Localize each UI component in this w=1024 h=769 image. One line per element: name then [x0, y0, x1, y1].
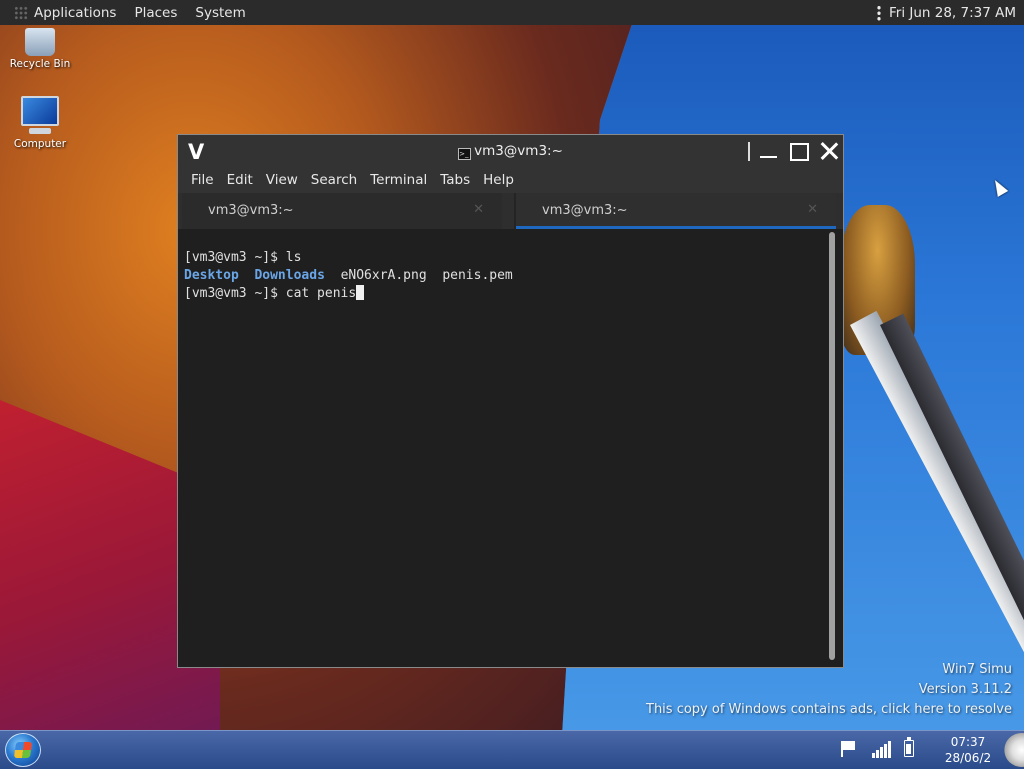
battery-icon[interactable]	[904, 737, 914, 757]
desktop-icon-computer[interactable]: Computer	[5, 96, 75, 150]
taskbar: 07:37 28/06/2	[0, 730, 1024, 769]
apps-grid-icon[interactable]	[14, 5, 28, 20]
system-menu[interactable]: System	[195, 5, 245, 21]
tab-2-active[interactable]: vm3@vm3:~ ✕	[516, 193, 836, 229]
terminal-icon: >_	[458, 148, 472, 160]
watermark-message[interactable]: This copy of Windows contains ads, click…	[646, 700, 1012, 720]
menu-terminal[interactable]: Terminal	[370, 172, 427, 188]
tab-1[interactable]: vm3@vm3:~ ✕	[182, 193, 502, 229]
menu-file[interactable]: File	[191, 172, 214, 188]
minimize-button[interactable]	[758, 140, 780, 162]
close-tab-icon[interactable]: ✕	[473, 202, 484, 217]
maximize-button[interactable]	[788, 140, 810, 162]
menu-search[interactable]: Search	[311, 172, 357, 188]
activation-watermark[interactable]: Win7 Simu Version 3.11.2 This copy of Wi…	[646, 660, 1012, 720]
places-menu[interactable]: Places	[134, 5, 177, 21]
menu-view[interactable]: View	[266, 172, 298, 188]
text-cursor	[356, 285, 365, 300]
file-entry: eNO6xrA.png	[340, 268, 427, 283]
tray-time: 07:37	[950, 735, 986, 749]
desktop-icon-label: Recycle Bin	[9, 58, 71, 70]
panel-menu-icon[interactable]	[876, 4, 881, 21]
panel-clock[interactable]: Fri Jun 28, 7:37 AM	[889, 5, 1016, 21]
start-button[interactable]	[5, 733, 41, 767]
titlebar-separator	[748, 142, 750, 161]
tab-label: vm3@vm3:~	[208, 203, 294, 218]
network-signal-icon[interactable]	[872, 740, 892, 758]
terminal-scrollbar[interactable]	[829, 232, 835, 660]
tab-label: vm3@vm3:~	[542, 203, 628, 218]
window-title: >_ vm3@vm3:~	[458, 143, 563, 160]
tab-bar: vm3@vm3:~ ✕ vm3@vm3:~ ✕	[178, 193, 843, 229]
terminal-output[interactable]: [vm3@vm3 ~]$ ls Desktop Downloads eNO6xr…	[178, 229, 843, 667]
applications-menu[interactable]: Applications	[34, 5, 116, 21]
recycle-bin-icon	[25, 28, 55, 56]
close-tab-icon[interactable]: ✕	[807, 202, 818, 217]
directory-entry: Desktop	[184, 268, 239, 283]
computer-icon	[21, 96, 59, 134]
action-center-flag-icon[interactable]	[839, 741, 857, 757]
menu-edit[interactable]: Edit	[227, 172, 253, 188]
menu-tabs[interactable]: Tabs	[440, 172, 470, 188]
window-menubar: File Edit View Search Terminal Tabs Help	[178, 167, 843, 193]
wallpaper-space-needle	[840, 205, 1024, 768]
terminal-line: [vm3@vm3 ~]$ ls	[184, 250, 302, 265]
tray-clock[interactable]: 07:37 28/06/2	[932, 734, 1004, 766]
top-panel: Applications Places System Fri Jun 28, 7…	[0, 0, 1024, 25]
file-entry: penis.pem	[442, 268, 513, 283]
terminal-window: V >_ vm3@vm3:~ File Edit View Search Term…	[177, 134, 844, 668]
close-button[interactable]	[818, 140, 840, 162]
tray-date: 28/06/2	[944, 751, 992, 765]
watermark-version: Version 3.11.2	[918, 682, 1012, 697]
directory-entry: Downloads	[254, 268, 325, 283]
menu-help[interactable]: Help	[483, 172, 514, 188]
show-desktop-button[interactable]	[1004, 733, 1024, 767]
desktop-icon-label: Computer	[13, 138, 67, 150]
desktop-icon-recycle-bin[interactable]: Recycle Bin	[5, 28, 75, 70]
terminal-command-line: [vm3@vm3 ~]$ cat penis	[184, 286, 357, 301]
window-titlebar[interactable]: V >_ vm3@vm3:~	[178, 135, 843, 167]
